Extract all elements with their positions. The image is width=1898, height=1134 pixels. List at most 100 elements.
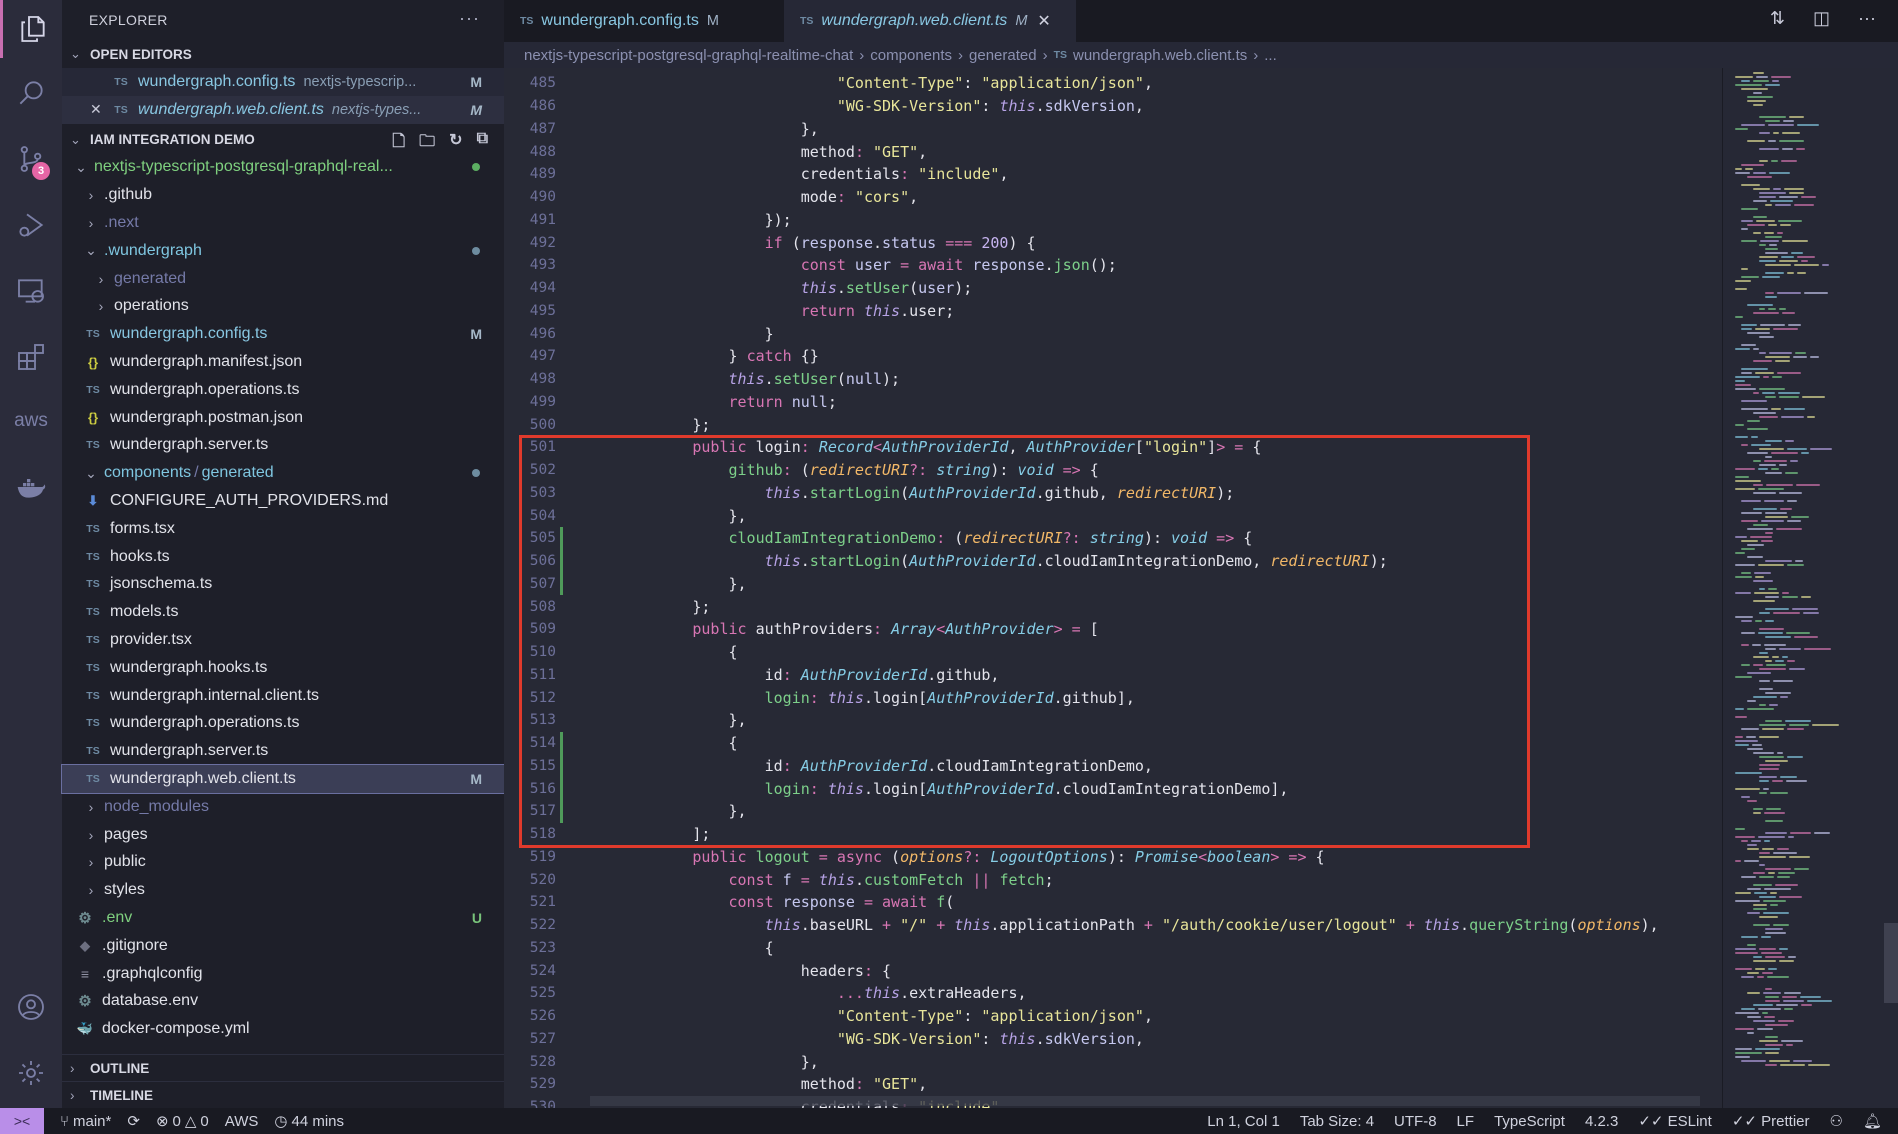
bell-icon[interactable]: 🔔︎	[1863, 1112, 1882, 1130]
code-line[interactable]: 517 },	[504, 800, 1722, 823]
eslint-status[interactable]: ✓✓ ESLint	[1638, 1112, 1712, 1130]
activity-manage[interactable]	[0, 1044, 62, 1102]
tree-file[interactable]: TS wundergraph.operations.ts	[62, 376, 504, 404]
code-line[interactable]: 524 headers: {	[504, 959, 1722, 982]
code-line[interactable]: 502 github: (redirectURI?: string): void…	[504, 459, 1722, 482]
activity-extensions[interactable]	[0, 328, 62, 386]
code-line[interactable]: 503 this.startLogin(AuthProviderId.githu…	[504, 482, 1722, 505]
breadcrumb-item[interactable]: generated	[969, 47, 1037, 64]
tree-file[interactable]: ⚙ database.env	[62, 988, 504, 1016]
code-line[interactable]: 500 };	[504, 413, 1722, 436]
code-line[interactable]: 510 {	[504, 641, 1722, 664]
tree-file[interactable]: ⚙ .env U	[62, 904, 504, 932]
code-line[interactable]: 509 public authProviders: Array<AuthProv…	[504, 618, 1722, 641]
code-line[interactable]: 508 };	[504, 595, 1722, 618]
code-line[interactable]: 504 },	[504, 504, 1722, 527]
activity-docker[interactable]	[0, 458, 62, 516]
feedback-icon[interactable]: ⚇	[1830, 1112, 1843, 1130]
tab-wundergraph-web-client[interactable]: TS wundergraph.web.client.ts M ✕	[784, 0, 1076, 42]
new-file-icon[interactable]: 🗋	[392, 130, 405, 157]
activity-remote-explorer[interactable]	[0, 262, 62, 320]
breadcrumb-item[interactable]: components	[870, 47, 952, 64]
tree-file[interactable]: TS forms.tsx	[62, 515, 504, 543]
code-line[interactable]: 487 },	[504, 118, 1722, 141]
code-line[interactable]: 485 "Content-Type": "application/json",	[504, 72, 1722, 95]
activity-source-control[interactable]: 3	[0, 130, 62, 188]
activity-search[interactable]	[0, 64, 62, 122]
tree-file[interactable]: TS wundergraph.server.ts	[62, 737, 504, 765]
code-line[interactable]: 519 public logout = async (options?: Log…	[504, 846, 1722, 869]
code-line[interactable]: 489 credentials: "include",	[504, 163, 1722, 186]
tree-folder[interactable]: › styles	[62, 876, 504, 904]
more-actions-icon[interactable]: ···	[1858, 8, 1876, 29]
activity-run-debug[interactable]	[0, 196, 62, 254]
code-line[interactable]: 529 method: "GET",	[504, 1073, 1722, 1096]
code-line[interactable]: 514 {	[504, 731, 1722, 755]
prettier-status[interactable]: ✓✓ Prettier	[1732, 1112, 1810, 1130]
code-line[interactable]: 511 id: AuthProviderId.github,	[504, 664, 1722, 687]
tree-folder[interactable]: › node_modules	[62, 793, 504, 821]
ts-version[interactable]: 4.2.3	[1585, 1113, 1618, 1130]
split-editor-icon[interactable]: ◫	[1813, 8, 1830, 29]
activity-accounts[interactable]	[0, 978, 62, 1036]
scrollbar-thumb[interactable]	[1884, 923, 1898, 1003]
tab-size[interactable]: Tab Size: 4	[1300, 1113, 1374, 1130]
code-line[interactable]: 516 login: this.login[AuthProviderId.clo…	[504, 777, 1722, 800]
remote-indicator[interactable]: ><	[0, 1108, 44, 1134]
tree-file[interactable]: ≡ .graphqlconfig	[62, 960, 504, 988]
code-line[interactable]: 491 });	[504, 209, 1722, 232]
git-branch[interactable]: ⑂ main*	[60, 1113, 111, 1130]
code-line[interactable]: 490 mode: "cors",	[504, 186, 1722, 209]
aws-status[interactable]: AWS	[225, 1113, 259, 1130]
code-line[interactable]: 515 id: AuthProviderId.cloudIamIntegrati…	[504, 754, 1722, 778]
tree-file-selected[interactable]: TS wundergraph.web.client.ts M	[61, 764, 505, 794]
workspace-header[interactable]: ⌄ IAM INTEGRATION DEMO 🗋 🗀 ↻ ⧉	[62, 126, 504, 154]
code-line[interactable]: 501 public login: Record<AuthProviderId,…	[504, 436, 1722, 459]
code-line[interactable]: 512 login: this.login[AuthProviderId.git…	[504, 686, 1722, 709]
new-folder-icon[interactable]: 🗀	[419, 130, 435, 157]
language-mode[interactable]: TypeScript	[1494, 1113, 1565, 1130]
tree-folder[interactable]: › .github	[62, 181, 504, 209]
breadcrumb-item[interactable]: nextjs-typescript-postgresql-graphql-rea…	[524, 47, 853, 64]
open-editors-header[interactable]: ⌄ OPEN EDITORS	[62, 40, 504, 68]
tree-file[interactable]: TS wundergraph.config.ts M	[62, 320, 504, 348]
outline-section[interactable]: › OUTLINE	[62, 1054, 504, 1081]
refresh-icon[interactable]: ↻	[449, 130, 462, 157]
eol[interactable]: LF	[1457, 1113, 1475, 1130]
tree-folder-root[interactable]: ⌄ nextjs-typescript-postgresql-graphql-re…	[62, 154, 504, 182]
tree-file[interactable]: TS wundergraph.hooks.ts	[62, 654, 504, 682]
tree-file[interactable]: {} wundergraph.manifest.json	[62, 348, 504, 376]
timeline-section[interactable]: › TIMELINE	[62, 1081, 504, 1108]
minimap[interactable]	[1722, 68, 1898, 1108]
code-editor[interactable]: 485 "Content-Type": "application/json", 4…	[504, 68, 1722, 1108]
more-actions-icon[interactable]: ···	[459, 8, 480, 29]
code-line[interactable]: 499 return null;	[504, 391, 1722, 414]
code-line[interactable]: 527 "WG-SDK-Version": this.sdkVersion,	[504, 1028, 1722, 1051]
breadcrumb-item[interactable]: ...	[1264, 47, 1277, 64]
code-line[interactable]: 498 this.setUser(null);	[504, 368, 1722, 391]
code-line[interactable]: 520 const f = this.customFetch || fetch;	[504, 868, 1722, 891]
activity-aws[interactable]: aws	[0, 392, 62, 450]
code-line[interactable]: 523 {	[504, 937, 1722, 960]
activity-explorer[interactable]	[0, 0, 62, 58]
sync-button[interactable]: ⟳	[127, 1112, 140, 1130]
tree-folder[interactable]: ⌄ components / generated	[62, 459, 504, 487]
code-line[interactable]: 525 ...this.extraHeaders,	[504, 982, 1722, 1005]
code-line[interactable]: 526 "Content-Type": "application/json",	[504, 1005, 1722, 1028]
tree-file[interactable]: TS models.ts	[62, 598, 504, 626]
problems-indicator[interactable]: ⊗ 0 △ 0	[156, 1112, 209, 1131]
tree-folder[interactable]: › generated	[62, 265, 504, 293]
tree-folder[interactable]: › public	[62, 849, 504, 877]
code-line[interactable]: 495 return this.user;	[504, 300, 1722, 323]
code-line[interactable]: 513 },	[504, 709, 1722, 732]
encoding[interactable]: UTF-8	[1394, 1113, 1437, 1130]
code-line[interactable]: 507 },	[504, 572, 1722, 596]
code-line[interactable]: 528 },	[504, 1050, 1722, 1073]
tree-folder[interactable]: › .next	[62, 209, 504, 237]
code-line[interactable]: 486 "WG-SDK-Version": this.sdkVersion,	[504, 95, 1722, 118]
code-line[interactable]: 488 method: "GET",	[504, 140, 1722, 163]
code-line[interactable]: 492 if (response.status === 200) {	[504, 231, 1722, 254]
close-icon[interactable]: ✕	[90, 101, 112, 118]
tree-file[interactable]: {} wundergraph.postman.json	[62, 404, 504, 432]
code-line[interactable]: 493 const user = await response.json();	[504, 254, 1722, 277]
